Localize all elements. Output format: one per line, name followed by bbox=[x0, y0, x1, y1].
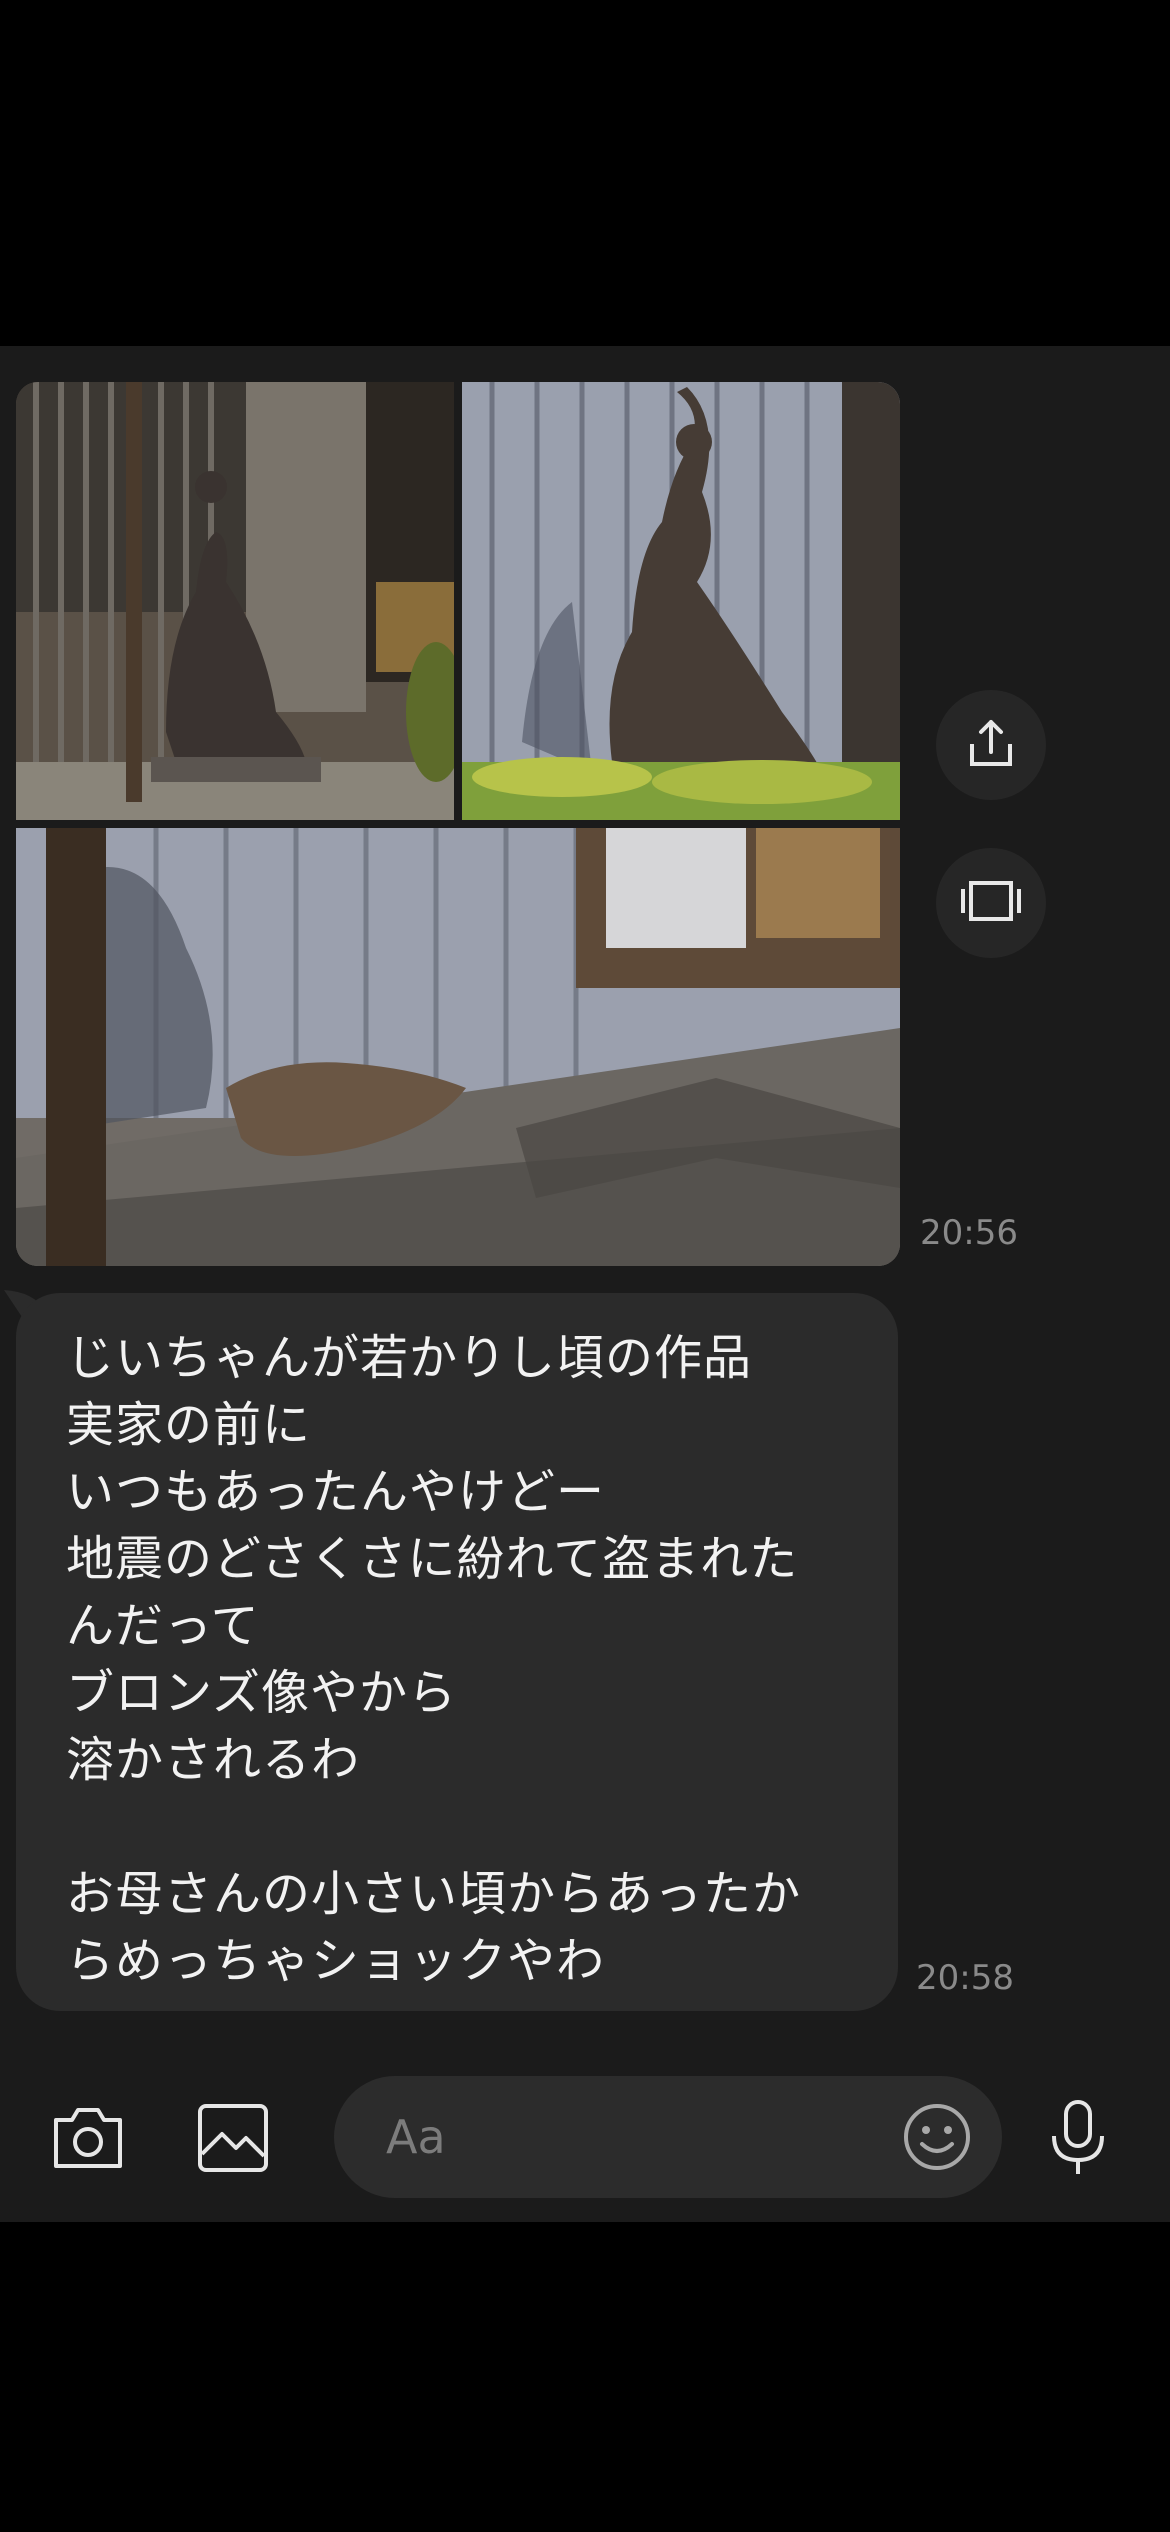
message-line: んだって bbox=[66, 1598, 260, 1654]
message-line: いつもあったんやけどー bbox=[66, 1464, 606, 1520]
gallery-view-icon bbox=[959, 879, 1023, 927]
message-line: 実家の前に bbox=[66, 1397, 312, 1453]
share-button[interactable] bbox=[936, 690, 1046, 800]
message-line: ブロンズ像やから bbox=[66, 1665, 458, 1721]
photo-statue-2[interactable] bbox=[462, 382, 900, 820]
microphone-icon[interactable] bbox=[1046, 2098, 1110, 2182]
images-timestamp: 20:56 bbox=[920, 1213, 1018, 1253]
message-input-placeholder: Aa bbox=[386, 2110, 446, 2164]
message-bubble[interactable]: じいちゃんが若かりし頃の作品 実家の前に いつもあったんやけどー 地震のどさくさ… bbox=[16, 1293, 898, 2011]
gallery-view-button[interactable] bbox=[936, 848, 1046, 958]
share-icon bbox=[964, 716, 1018, 774]
message-line: 溶かされるわ bbox=[66, 1732, 361, 1788]
photo-empty-spot[interactable] bbox=[16, 828, 900, 1266]
message-line: じいちゃんが若かりし頃の作品 bbox=[66, 1330, 753, 1386]
message-line: らめっちゃショックやわ bbox=[66, 1933, 606, 1989]
message-line: お母さんの小さい頃からあったか bbox=[66, 1866, 802, 1922]
camera-icon[interactable] bbox=[50, 2102, 126, 2176]
image-icon[interactable] bbox=[196, 2102, 270, 2178]
message-timestamp: 20:58 bbox=[916, 1958, 1014, 1998]
message-line bbox=[66, 1794, 898, 1861]
message-input[interactable]: Aa bbox=[334, 2076, 1002, 2198]
emoji-icon[interactable] bbox=[902, 2102, 972, 2176]
photo-statue-1[interactable] bbox=[16, 382, 454, 820]
message-line: 地震のどさくさに紛れて盗まれた bbox=[66, 1531, 799, 1587]
